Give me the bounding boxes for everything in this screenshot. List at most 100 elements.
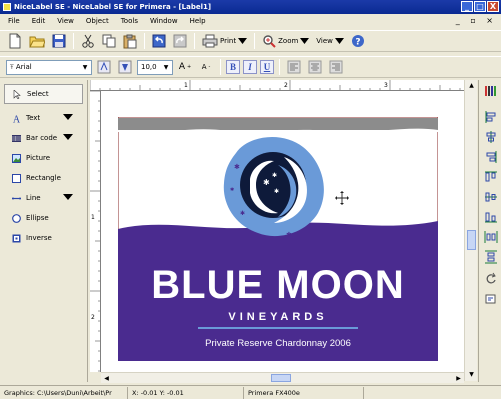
maximize-button[interactable]: □ — [474, 1, 486, 12]
align-left-button[interactable] — [285, 58, 303, 76]
status-bar: Graphics: C:\Users\Duni\Arbeit\Pr X: -0.… — [0, 385, 501, 399]
chevron-down-icon — [238, 38, 248, 44]
grow-font-button[interactable]: A + — [176, 58, 194, 76]
shrink-font-button[interactable]: A- — [197, 58, 215, 76]
alignment-toolbar — [478, 80, 501, 382]
scroll-left-arrow[interactable]: ◀ — [101, 373, 112, 384]
print-button[interactable]: Print — [200, 32, 249, 50]
scroll-down-arrow[interactable]: ▼ — [466, 369, 477, 380]
scroll-right-arrow[interactable]: ▶ — [453, 373, 464, 384]
status-graphics-path: Graphics: C:\Users\Duni\Arbeit\Pr — [0, 386, 128, 399]
chevron-down-icon[interactable] — [63, 114, 73, 120]
paste-button[interactable] — [121, 32, 139, 50]
tool-line[interactable]: Line — [0, 188, 87, 208]
scroll-thumb[interactable] — [271, 374, 291, 382]
align-center-horizontal-icon[interactable] — [484, 130, 498, 144]
tool-picture[interactable]: Picture — [0, 148, 87, 168]
vertical-scrollbar[interactable]: ▲ ▼ — [464, 80, 477, 381]
tool-inverse[interactable]: Inverse — [0, 228, 87, 248]
menu-tools[interactable]: Tools — [115, 17, 144, 25]
tool-text[interactable]: A Text — [0, 108, 87, 128]
rotate-icon[interactable] — [484, 272, 498, 286]
toolbar-separator — [73, 33, 74, 49]
ruler-ticks: 1 2 — [90, 91, 100, 372]
help-button[interactable]: ? — [349, 32, 367, 50]
font-options-button[interactable] — [95, 58, 113, 76]
toolbar-separator — [279, 59, 280, 75]
tool-rectangle[interactable]: Rectangle — [0, 168, 87, 188]
color-palette-icon[interactable] — [484, 84, 498, 98]
gray-band — [118, 118, 438, 130]
undo-button[interactable] — [150, 32, 168, 50]
save-button[interactable] — [50, 32, 68, 50]
align-top-edges-icon[interactable] — [484, 170, 498, 184]
status-printer: Primera FX400e — [244, 386, 364, 399]
divider-line — [198, 327, 358, 329]
window-title: NiceLabel SE - NiceLabel SE for Primera … — [14, 3, 212, 11]
underline-button[interactable]: U — [260, 60, 274, 74]
align-center-button[interactable] — [306, 58, 324, 76]
toolbar-separator — [194, 33, 195, 49]
toolbox-panel: Select A Text Bar code Picture Rectangle… — [0, 80, 88, 382]
zoom-button[interactable]: Zoom — [260, 32, 311, 50]
chevron-down-icon[interactable] — [63, 194, 73, 200]
menu-window[interactable]: Window — [144, 17, 184, 25]
open-button[interactable] — [27, 32, 47, 50]
scissors-icon — [82, 34, 94, 48]
bold-button[interactable]: B — [226, 60, 240, 74]
sub-brand: VINEYARDS — [228, 311, 327, 323]
ruler-label: 1 — [91, 214, 95, 221]
new-button[interactable] — [6, 32, 24, 50]
copy-button[interactable] — [100, 32, 118, 50]
align-left-edges-icon[interactable] — [484, 110, 498, 124]
align-bottom-edges-icon[interactable] — [484, 210, 498, 224]
font-name-select[interactable]: Ŧ Arial ▼ — [6, 59, 92, 75]
distribute-vertical-icon[interactable] — [484, 250, 498, 264]
copy-icon — [102, 34, 116, 48]
align-middle-vertical-icon[interactable] — [484, 190, 498, 204]
redo-button[interactable] — [171, 32, 189, 50]
tool-ellipse[interactable]: Ellipse — [0, 208, 87, 228]
barcode-icon — [12, 134, 21, 142]
wine-label[interactable]: ✱ ✱ ✱ ✱ ✱ ✱ ✱ BLUE MOON VINEYARDS Privat… — [118, 117, 438, 361]
menu-view[interactable]: View — [51, 17, 80, 25]
document-window-controls[interactable]: _ ▫ × — [456, 14, 497, 28]
svg-text:A: A — [13, 114, 21, 123]
toolbar-separator — [254, 33, 256, 49]
ruler-label: 3 — [384, 82, 388, 89]
chevron-down-icon — [334, 38, 344, 44]
scroll-thumb[interactable] — [467, 230, 476, 250]
object-properties-icon[interactable] — [484, 292, 498, 306]
clipboard-icon — [123, 34, 137, 48]
chevron-down-icon: ▼ — [82, 63, 88, 71]
align-right-button[interactable] — [327, 58, 345, 76]
font-size-select[interactable]: 10,0 ▼ — [137, 59, 173, 75]
distribute-horizontal-icon[interactable] — [484, 230, 498, 244]
menu-edit[interactable]: Edit — [26, 17, 52, 25]
tool-label: Inverse — [26, 234, 52, 242]
horizontal-scrollbar[interactable]: ◀ ▶ — [101, 372, 464, 383]
redo-icon — [173, 34, 187, 48]
vertical-ruler: 1 2 — [90, 91, 101, 372]
svg-text:✱: ✱ — [263, 178, 270, 187]
view-button[interactable]: View — [314, 32, 346, 50]
font-color-button[interactable] — [116, 58, 134, 76]
menu-file[interactable]: File — [2, 17, 26, 25]
app-icon — [3, 3, 11, 11]
tool-select[interactable]: Select — [4, 84, 83, 104]
chevron-down-icon[interactable] — [63, 134, 73, 140]
close-button[interactable]: X — [487, 1, 499, 12]
toolbar-separator — [144, 33, 145, 49]
cut-button[interactable] — [79, 32, 97, 50]
align-right-edges-icon[interactable] — [484, 150, 498, 164]
font-settings-icon — [97, 60, 111, 74]
text-icon: A — [13, 114, 21, 123]
scroll-up-arrow[interactable]: ▲ — [466, 80, 477, 91]
menu-object[interactable]: Object — [80, 17, 115, 25]
minimize-button[interactable]: _ — [461, 1, 473, 12]
tool-barcode[interactable]: Bar code — [0, 128, 87, 148]
svg-text:✱: ✱ — [234, 163, 240, 171]
italic-button[interactable]: I — [243, 60, 257, 74]
menu-help[interactable]: Help — [184, 17, 212, 25]
formatting-toolbar: Ŧ Arial ▼ 10,0 ▼ A + A- B I U — [0, 56, 501, 78]
